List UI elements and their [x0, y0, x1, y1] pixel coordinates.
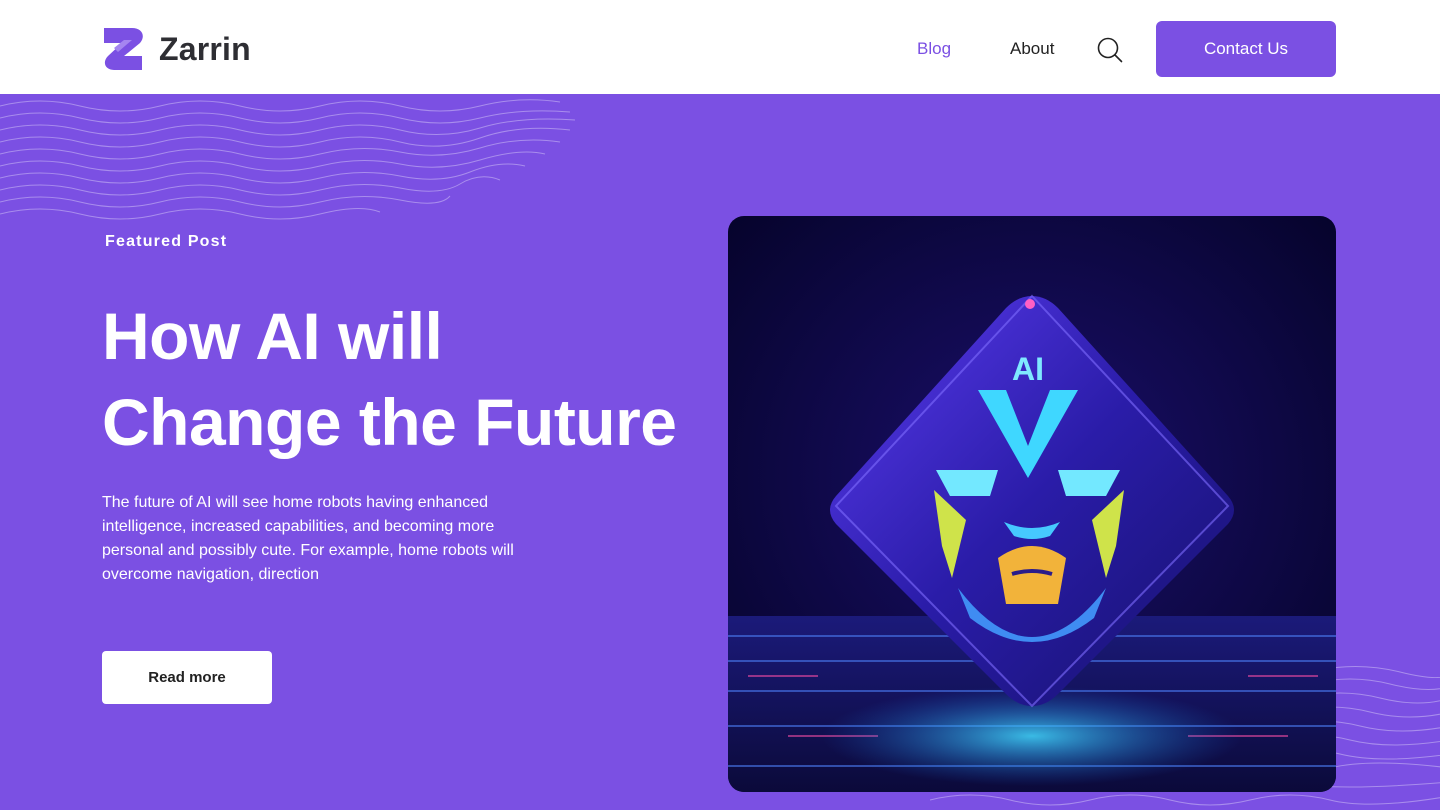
- read-more-button[interactable]: Read more: [102, 651, 272, 704]
- nav-link-blog[interactable]: Blog: [917, 39, 951, 59]
- nav-link-about[interactable]: About: [1010, 39, 1054, 59]
- ai-robot-illustration: AI: [728, 216, 1336, 792]
- zarrin-logo-icon: [104, 28, 143, 70]
- hero-title: How AI will Change the Future: [102, 293, 722, 465]
- hero-title-line-2: Change the Future: [102, 385, 677, 459]
- brand-name: Zarrin: [159, 30, 251, 67]
- hero-title-line-1: How AI will: [102, 299, 443, 373]
- featured-post-label: Featured Post: [105, 233, 228, 250]
- search-icon[interactable]: [1097, 37, 1123, 63]
- hero-excerpt: The future of AI will see home robots ha…: [102, 494, 514, 583]
- hero-image: AI: [728, 216, 1336, 792]
- contact-us-button[interactable]: Contact Us: [1156, 21, 1336, 77]
- brand-logo[interactable]: Zarrin: [102, 26, 251, 72]
- ai-image-label: AI: [1012, 351, 1044, 387]
- wave-pattern-decoration: [0, 99, 576, 220]
- site-header: Zarrin Blog About Contact Us: [0, 0, 1440, 94]
